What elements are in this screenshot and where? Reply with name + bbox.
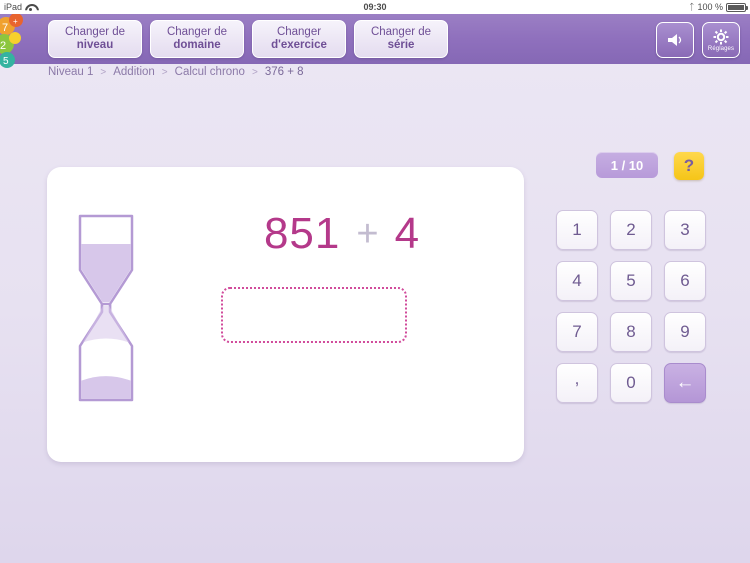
key-2[interactable]: 2 — [610, 210, 652, 250]
change-level-line2: niveau — [76, 39, 114, 51]
breadcrumb-item-current: 376 + 8 — [264, 66, 304, 78]
change-exercise-line1: Changer — [276, 26, 322, 38]
key-backspace[interactable]: ← — [664, 363, 706, 403]
key-7[interactable]: 7 — [556, 312, 598, 352]
svg-text:2: 2 — [0, 40, 6, 52]
svg-text:+: + — [13, 17, 18, 26]
settings-button-label: Réglages — [707, 45, 735, 52]
change-domain-line2: domaine — [173, 39, 221, 51]
key-3[interactable]: 3 — [664, 210, 706, 250]
key-1[interactable]: 1 — [556, 210, 598, 250]
speaker-icon — [668, 34, 682, 46]
breadcrumb-separator: > — [161, 66, 168, 78]
breadcrumb-item-domain[interactable]: Addition — [113, 66, 155, 78]
change-series-line1: Changer de — [370, 26, 432, 38]
operand-right: 4 — [394, 209, 421, 258]
svg-text:5: 5 — [3, 56, 9, 67]
breadcrumb-item-level[interactable]: Niveau 1 — [48, 66, 93, 78]
change-series-button[interactable]: Changer de série — [354, 20, 448, 58]
answer-input[interactable] — [221, 287, 407, 343]
progress-counter: 1 / 10 — [596, 152, 658, 178]
svg-text:7: 7 — [2, 22, 8, 34]
operand-left: 851 — [263, 209, 341, 258]
change-domain-button[interactable]: Changer de domaine — [150, 20, 244, 58]
breadcrumb-item-exercise[interactable]: Calcul chrono — [175, 66, 245, 78]
equation: 851 + 4 — [202, 209, 482, 259]
header-tool-buttons: Réglages — [656, 22, 740, 58]
header-nav-buttons: Changer de niveau Changer de domaine Cha… — [48, 20, 448, 58]
ios-status-bar: iPad 09:30 ᛏ 100 % — [0, 0, 750, 14]
battery-percent-label: 100 % — [697, 2, 723, 12]
breadcrumb-separator: > — [100, 66, 107, 78]
key-9[interactable]: 9 — [664, 312, 706, 352]
change-level-button[interactable]: Changer de niveau — [48, 20, 142, 58]
app-root: iPad 09:30 ᛏ 100 % 7 + 2 5 Changer de ni… — [0, 0, 750, 563]
key-6[interactable]: 6 — [664, 261, 706, 301]
change-series-line2: série — [387, 39, 415, 51]
exercise-card: 851 + 4 — [47, 167, 524, 462]
app-logo-icon: 7 + 2 5 — [0, 14, 23, 68]
question-mark-icon[interactable]: ? — [674, 152, 704, 180]
change-domain-line1: Changer de — [166, 26, 228, 38]
settings-button[interactable]: Réglages — [702, 22, 740, 58]
bluetooth-icon: ᛏ — [689, 2, 695, 12]
battery-full-icon — [726, 2, 748, 12]
change-exercise-line2: d'exercice — [271, 39, 327, 51]
hourglass-icon — [78, 214, 134, 402]
key-4[interactable]: 4 — [556, 261, 598, 301]
key-0[interactable]: 0 — [610, 363, 652, 403]
status-clock: 09:30 — [363, 2, 387, 12]
key-8[interactable]: 8 — [610, 312, 652, 352]
sound-button[interactable] — [656, 22, 694, 58]
app-header: 7 + 2 5 Changer de niveau Changer de dom… — [0, 14, 750, 68]
key-comma[interactable]: , — [556, 363, 598, 403]
status-right: ᛏ 100 % — [689, 2, 748, 12]
key-5[interactable]: 5 — [610, 261, 652, 301]
breadcrumb: Niveau 1 > Addition > Calcul chrono > 37… — [48, 66, 304, 78]
operator: + — [356, 212, 379, 255]
change-exercise-button[interactable]: Changer d'exercice — [252, 20, 346, 58]
gear-icon — [713, 29, 729, 44]
numeric-keypad: 1 2 3 4 5 6 7 8 9 , 0 ← — [556, 210, 708, 403]
change-level-line1: Changer de — [64, 26, 126, 38]
breadcrumb-separator: > — [251, 66, 258, 78]
